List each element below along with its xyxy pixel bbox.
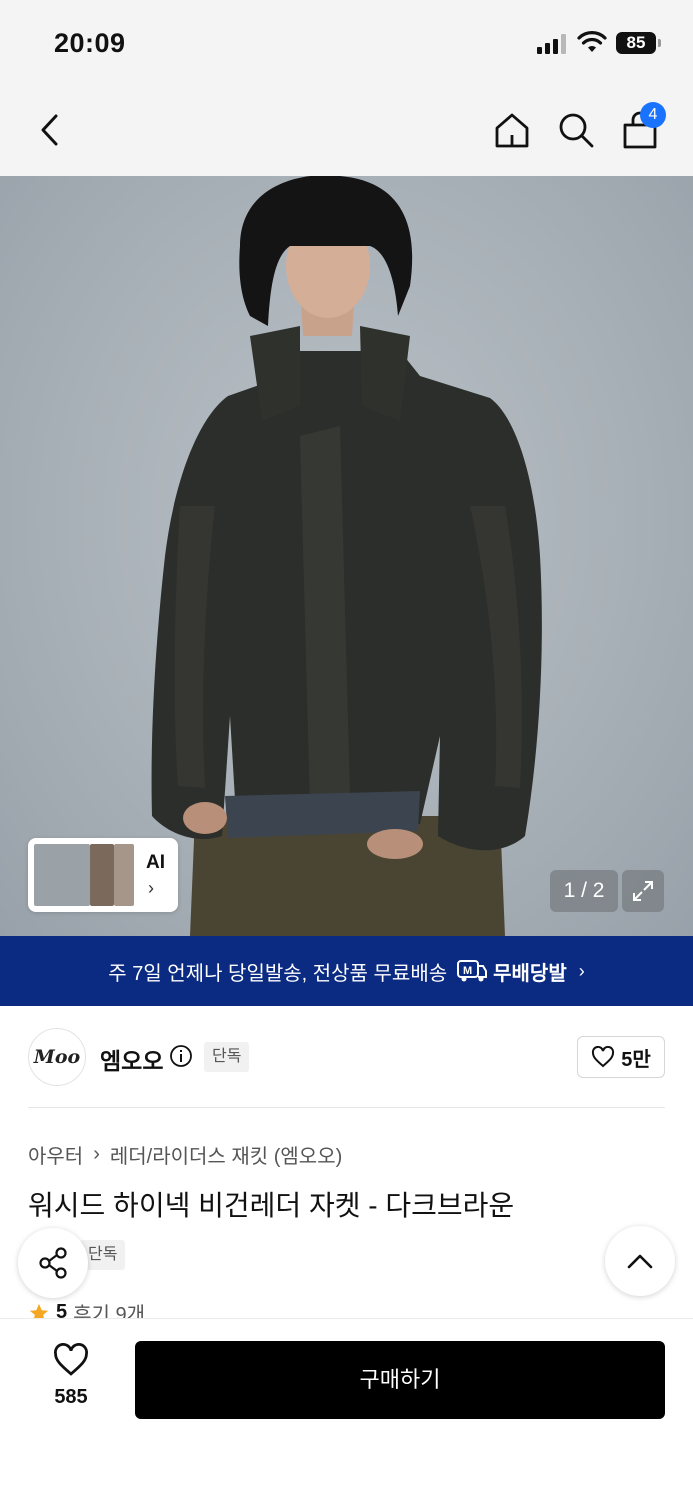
heart-icon (54, 1343, 88, 1376)
breadcrumb-item[interactable]: 아우터 (28, 1140, 83, 1169)
delivery-banner[interactable]: 주 7일 언제나 당일발송, 전상품 무료배송 M 무배당발 › (0, 936, 693, 1006)
share-icon (39, 1247, 67, 1279)
chevron-right-icon: › (148, 878, 154, 898)
wishlist-button[interactable]: 585 (30, 1343, 112, 1409)
chevron-right-icon: › (578, 960, 585, 981)
brand-logo[interactable]: Moo (28, 1028, 86, 1086)
ai-label: AI (146, 852, 165, 873)
share-button[interactable] (18, 1228, 88, 1298)
breadcrumb-item[interactable]: 레더/라이더스 재킷 (엠오오) (110, 1140, 342, 1169)
cart-button[interactable]: 4 (616, 102, 666, 154)
product-title: 워시드 하이넥 비건레더 자켓 - 다크브라운 (28, 1190, 515, 1221)
banner-brand-label: 무배당발 (493, 962, 567, 985)
search-button[interactable] (552, 106, 600, 154)
brand-like-count: 5만 (621, 1048, 651, 1071)
breadcrumb: 아우터 › 레더/라이더스 재킷 (엠오오) (28, 1140, 342, 1169)
brand-row: Moo 엠오오 단독 5만 (28, 1026, 665, 1088)
status-bar: 20:09 85 (0, 0, 693, 88)
exclusive-tag: 단독 (204, 1042, 250, 1072)
thumbnail-1 (34, 844, 90, 906)
brand-name[interactable]: 엠오오 (100, 1042, 163, 1076)
cart-count-badge: 4 (640, 102, 666, 128)
battery-indicator: 85 (616, 32, 661, 54)
chevron-right-icon: › (93, 1143, 100, 1165)
wishlist-count: 585 (54, 1386, 88, 1408)
banner-brand: M 무배당발 (457, 957, 567, 986)
wifi-icon (577, 31, 607, 52)
home-button[interactable] (488, 106, 536, 154)
thumbnail-3 (114, 844, 134, 906)
expand-icon (633, 881, 653, 901)
home-icon (495, 113, 529, 148)
product-photo (151, 176, 542, 936)
heart-icon (592, 1046, 615, 1068)
brand-like-button[interactable]: 5만 (577, 1036, 665, 1078)
info-icon[interactable] (169, 1044, 193, 1068)
scroll-top-button[interactable] (605, 1226, 675, 1296)
bottom-action-bar: 585 구매하기 (0, 1318, 693, 1500)
banner-text: 주 7일 언제나 당일발송, 전상품 무료배송 (108, 962, 448, 985)
chevron-up-icon (627, 1254, 653, 1269)
chevron-left-icon (41, 114, 58, 146)
image-pager: 1 / 2 (550, 870, 618, 912)
product-image-gallery[interactable]: AI › 1 / 2 (0, 176, 693, 936)
status-time: 20:09 (54, 28, 126, 58)
cellular-signal-icon (537, 34, 569, 54)
back-button[interactable] (26, 106, 74, 154)
svg-text:M: M (463, 965, 472, 977)
divider (28, 1107, 665, 1108)
ai-lookbook-card[interactable]: AI › (28, 838, 178, 912)
buy-button[interactable]: 구매하기 (135, 1341, 665, 1419)
top-nav: 4 (0, 88, 693, 176)
search-icon (559, 113, 594, 148)
thumbnail-2 (90, 844, 114, 906)
expand-button[interactable] (622, 870, 664, 912)
delivery-truck-icon: M (457, 960, 488, 982)
